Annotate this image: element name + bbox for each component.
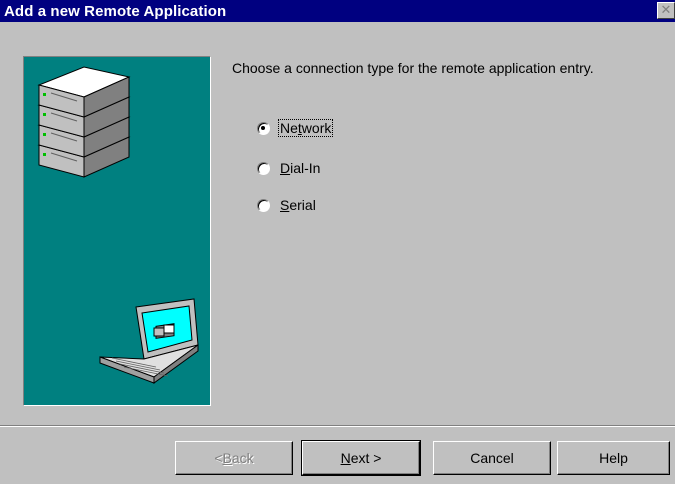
laptop-icon xyxy=(99,298,199,384)
radio-serial-label: Serial xyxy=(280,197,316,213)
radio-dial-in-label: Dial-In xyxy=(280,160,321,176)
radio-serial[interactable]: Serial xyxy=(257,196,317,214)
server-stack-icon xyxy=(37,66,131,178)
back-button[interactable]: < Back xyxy=(175,441,293,475)
radio-network[interactable]: Network xyxy=(257,119,334,137)
close-button[interactable]: ✕ xyxy=(657,2,675,19)
wizard-illustration-panel xyxy=(23,56,211,406)
radio-dial-in[interactable]: Dial-In xyxy=(257,159,321,177)
instruction-text: Choose a connection type for the remote … xyxy=(232,60,594,76)
help-button[interactable]: Help xyxy=(557,441,670,475)
radio-button[interactable] xyxy=(257,198,270,212)
title-bar: Add a new Remote Application ✕ xyxy=(0,0,675,22)
next-button[interactable]: Next > xyxy=(301,440,421,476)
radio-button-checked[interactable] xyxy=(257,121,270,135)
button-separator xyxy=(0,425,675,427)
radio-network-label: Network xyxy=(277,119,334,137)
window-title: Add a new Remote Application xyxy=(4,2,227,20)
radio-button[interactable] xyxy=(257,161,270,175)
cancel-button[interactable]: Cancel xyxy=(433,441,551,475)
